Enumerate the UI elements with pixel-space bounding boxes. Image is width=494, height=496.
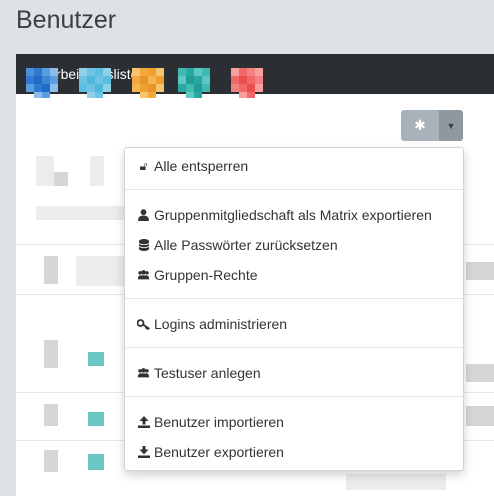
blurred-image-3[interactable] — [132, 68, 164, 98]
blurred-cell — [36, 206, 124, 220]
download-icon — [137, 446, 150, 458]
menu-item-label: Alle Passwörter zurücksetzen — [154, 237, 338, 253]
settings-button[interactable]: ✱ — [401, 110, 439, 141]
blurred-cell — [76, 256, 124, 286]
menu-item-export-users[interactable]: Benutzer exportieren — [137, 442, 284, 462]
menu-item-unlock-all[interactable]: 🔓︎ Alle entsperren — [137, 156, 249, 176]
menu-item-label: Benutzer exportieren — [154, 444, 284, 460]
gear-icon: ✱ — [414, 117, 426, 133]
user-icon — [137, 209, 150, 221]
blurred-cell — [90, 156, 104, 186]
blurred-cell — [88, 454, 104, 470]
menu-item-label: Logins administrieren — [154, 316, 288, 332]
key-icon — [137, 318, 150, 330]
menu-item-create-test-user[interactable]: Testuser anlegen — [137, 363, 261, 383]
menu-item-label: Gruppen-Rechte — [154, 267, 258, 283]
menu-item-manage-logins[interactable]: Logins administrieren — [137, 314, 287, 334]
blurred-cell — [88, 352, 104, 366]
database-icon — [137, 239, 150, 251]
upload-icon — [137, 416, 150, 428]
blurred-cell — [466, 262, 494, 280]
blurred-cell — [36, 156, 54, 186]
blurred-cell — [466, 364, 494, 382]
actions-dropdown-menu: 🔓︎ Alle entsperren Gruppenmitgliedschaft… — [124, 147, 464, 471]
blurred-cell — [44, 256, 58, 284]
blurred-cell — [466, 406, 494, 426]
caret-down-icon: ▼ — [446, 120, 456, 131]
blurred-image-4[interactable] — [178, 68, 212, 98]
menu-divider — [125, 189, 463, 190]
users-icon — [137, 269, 150, 281]
menu-item-reset-passwords[interactable]: Alle Passwörter zurücksetzen — [137, 235, 338, 255]
settings-button-group: ✱ ▼ — [401, 110, 463, 141]
menu-divider — [125, 396, 463, 397]
blurred-cell — [44, 404, 58, 426]
blurred-cell — [44, 340, 58, 368]
menu-item-export-membership-matrix[interactable]: Gruppenmitgliedschaft als Matrix exporti… — [137, 205, 432, 225]
menu-item-label: Testuser anlegen — [154, 365, 261, 381]
settings-dropdown-toggle[interactable]: ▼ — [439, 110, 463, 141]
blurred-image-2[interactable] — [79, 68, 111, 98]
users-icon — [137, 367, 150, 379]
menu-item-label: Alle entsperren — [154, 158, 249, 174]
menu-item-label: Benutzer importieren — [154, 414, 284, 430]
blurred-cell — [88, 412, 104, 426]
blurred-image-5[interactable] — [231, 68, 263, 98]
menu-divider — [125, 347, 463, 348]
menu-divider — [125, 298, 463, 299]
menu-item-import-users[interactable]: Benutzer importieren — [137, 412, 284, 432]
blurred-image-1[interactable] — [26, 68, 58, 98]
blurred-cell — [44, 450, 58, 472]
menu-item-group-rights[interactable]: Gruppen-Rechte — [137, 265, 258, 285]
blurred-cell — [54, 172, 68, 186]
unlock-icon: 🔓︎ — [139, 158, 148, 173]
blurred-cell — [346, 474, 446, 490]
menu-item-label: Gruppenmitgliedschaft als Matrix exporti… — [154, 207, 432, 223]
page-title: Benutzer — [16, 6, 117, 34]
